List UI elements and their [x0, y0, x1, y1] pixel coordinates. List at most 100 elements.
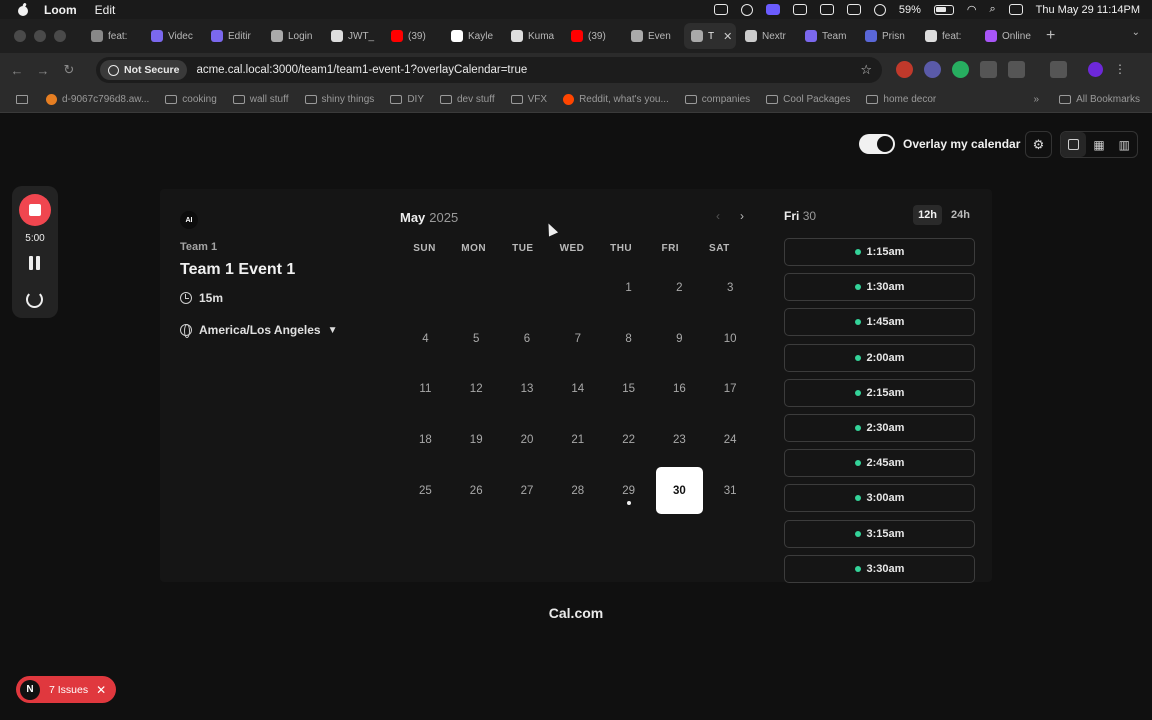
- bookmark-item[interactable]: dev stuff: [439, 94, 495, 105]
- browser-tab[interactable]: (39): [384, 23, 442, 49]
- address-bar[interactable]: Not Secure acme.cal.local:3000/team1/tea…: [96, 57, 882, 83]
- browser-menu-icon[interactable]: ⋮: [1114, 61, 1126, 78]
- extension-icon-2[interactable]: [924, 61, 941, 78]
- close-window-button[interactable]: [14, 30, 26, 42]
- time-slot-button[interactable]: 3:15am: [784, 519, 975, 548]
- calendar-day[interactable]: 27: [502, 465, 553, 516]
- close-tab-icon[interactable]: ✕: [723, 30, 732, 43]
- bookmark-item[interactable]: home decor: [866, 94, 936, 105]
- tab-search-chevron-icon[interactable]: ⌄: [1132, 27, 1140, 38]
- layers-icon[interactable]: [792, 4, 807, 15]
- menu-edit[interactable]: Edit: [95, 3, 116, 17]
- grammarly-icon[interactable]: [952, 61, 969, 78]
- calendar-day[interactable]: 30: [655, 467, 703, 514]
- column-view-button[interactable]: ▥: [1112, 132, 1137, 157]
- url-text[interactable]: acme.cal.local:3000/team1/team1-event-1?…: [196, 64, 527, 76]
- calendar-day[interactable]: 9: [654, 314, 705, 365]
- calendar-day[interactable]: 21: [552, 415, 603, 466]
- apple-icon[interactable]: [16, 3, 30, 17]
- pause-icon[interactable]: [28, 256, 42, 270]
- calendar-day[interactable]: 28: [552, 465, 603, 516]
- forward-icon[interactable]: →: [34, 63, 52, 78]
- more-bookmarks-icon[interactable]: »: [1034, 94, 1040, 105]
- calendar-day[interactable]: 22: [603, 415, 654, 466]
- settings-button[interactable]: ⚙: [1025, 131, 1052, 158]
- app-menu-loom[interactable]: Loom: [44, 3, 77, 17]
- format-24h-button[interactable]: 24h: [946, 205, 975, 225]
- browser-tab[interactable]: Online: [978, 23, 1036, 49]
- calendar-day[interactable]: 19: [451, 415, 502, 466]
- time-slot-button[interactable]: 2:00am: [784, 343, 975, 372]
- browser-tab[interactable]: Videc: [144, 23, 202, 49]
- window-icon[interactable]: [846, 4, 861, 15]
- browser-tab[interactable]: feat:: [918, 23, 976, 49]
- browser-tab[interactable]: Nextr: [738, 23, 796, 49]
- bookmark-item[interactable]: wall stuff: [232, 94, 289, 105]
- overlay-calendar-toggle[interactable]: [859, 134, 895, 154]
- browser-tab[interactable]: feat:: [84, 23, 142, 49]
- bookmark-item[interactable]: d-9067c796d8.aw...: [46, 94, 149, 105]
- extension-icon-1[interactable]: [896, 61, 913, 78]
- extensions-puzzle-icon[interactable]: [1008, 61, 1025, 78]
- time-slot-button[interactable]: 1:15am: [784, 238, 975, 266]
- time-slot-button[interactable]: 2:45am: [784, 449, 975, 478]
- play-icon[interactable]: [873, 3, 886, 16]
- bookmark-item[interactable]: shiny things: [304, 94, 374, 105]
- bookmark-star-icon[interactable]: ☆: [860, 62, 872, 78]
- time-slot-button[interactable]: 1:45am: [784, 308, 975, 337]
- calendar-day[interactable]: 23: [654, 415, 705, 466]
- calendar-day[interactable]: 25: [400, 465, 451, 516]
- bookmark-item[interactable]: cooking: [165, 94, 217, 105]
- calendar-day[interactable]: 16: [654, 364, 705, 415]
- calendar-day[interactable]: 6: [502, 314, 553, 365]
- format-12h-button[interactable]: 12h: [913, 205, 943, 225]
- time-slot-button[interactable]: 3:00am: [784, 484, 975, 513]
- time-slot-button[interactable]: 3:30am: [784, 554, 975, 583]
- screen-record-icon[interactable]: [765, 4, 780, 15]
- calendar-day[interactable]: 4: [400, 314, 451, 365]
- issues-badge[interactable]: N 7 Issues ✕: [16, 676, 116, 703]
- search-icon[interactable]: ⌕: [989, 3, 995, 16]
- time-slot-button[interactable]: 1:30am: [784, 273, 975, 302]
- week-view-button[interactable]: ▦: [1086, 132, 1111, 157]
- bookmark-item[interactable]: Cool Packages: [766, 94, 850, 105]
- calendar-day[interactable]: 31: [705, 465, 756, 516]
- time-slot-button[interactable]: 2:15am: [784, 378, 975, 407]
- calendar-day[interactable]: 20: [502, 415, 553, 466]
- apps-grid-icon[interactable]: [16, 95, 28, 104]
- bookmark-item[interactable]: companies: [684, 94, 750, 105]
- wifi-icon[interactable]: ◠: [967, 3, 977, 16]
- minimize-window-button[interactable]: [34, 30, 46, 42]
- profile-avatar[interactable]: [1088, 62, 1103, 77]
- security-chip[interactable]: Not Secure: [100, 60, 188, 80]
- status-icon-1[interactable]: [713, 4, 728, 15]
- time-slot-button[interactable]: 2:30am: [784, 413, 975, 442]
- calendar-day[interactable]: 26: [451, 465, 502, 516]
- browser-tab[interactable]: Login: [264, 23, 322, 49]
- browser-tab[interactable]: T ✕: [684, 23, 736, 49]
- battery-icon[interactable]: [933, 4, 954, 15]
- calendar-day[interactable]: 12: [451, 364, 502, 415]
- brand-footer[interactable]: Cal.com: [0, 605, 1152, 621]
- calendar-day[interactable]: 5: [451, 314, 502, 365]
- calendar-day[interactable]: 17: [705, 364, 756, 415]
- browser-tab[interactable]: JWT_: [324, 23, 382, 49]
- timezone-select[interactable]: America/Los Angeles ▼: [180, 323, 380, 338]
- side-panel-icon[interactable]: [1050, 61, 1067, 78]
- next-month-icon[interactable]: ›: [740, 209, 744, 223]
- month-view-button[interactable]: [1061, 132, 1087, 157]
- clock[interactable]: Thu May 29 11:14PM: [1036, 4, 1140, 16]
- browser-tab[interactable]: Kayle: [444, 23, 502, 49]
- browser-tab[interactable]: Editir: [204, 23, 262, 49]
- zoom-window-button[interactable]: [54, 30, 66, 42]
- bookmark-item[interactable]: Reddit, what's you...: [563, 94, 669, 105]
- calendar-day[interactable]: 14: [552, 364, 603, 415]
- previous-month-icon[interactable]: ‹: [716, 209, 720, 223]
- restart-icon[interactable]: [26, 291, 43, 308]
- control-center-icon[interactable]: [1008, 4, 1023, 15]
- calendar-day[interactable]: 15: [603, 364, 654, 415]
- browser-tab[interactable]: Prisn: [858, 23, 916, 49]
- new-tab-button[interactable]: +: [1046, 27, 1055, 45]
- close-icon[interactable]: ✕: [96, 683, 106, 697]
- all-bookmarks[interactable]: All Bookmarks: [1059, 94, 1140, 105]
